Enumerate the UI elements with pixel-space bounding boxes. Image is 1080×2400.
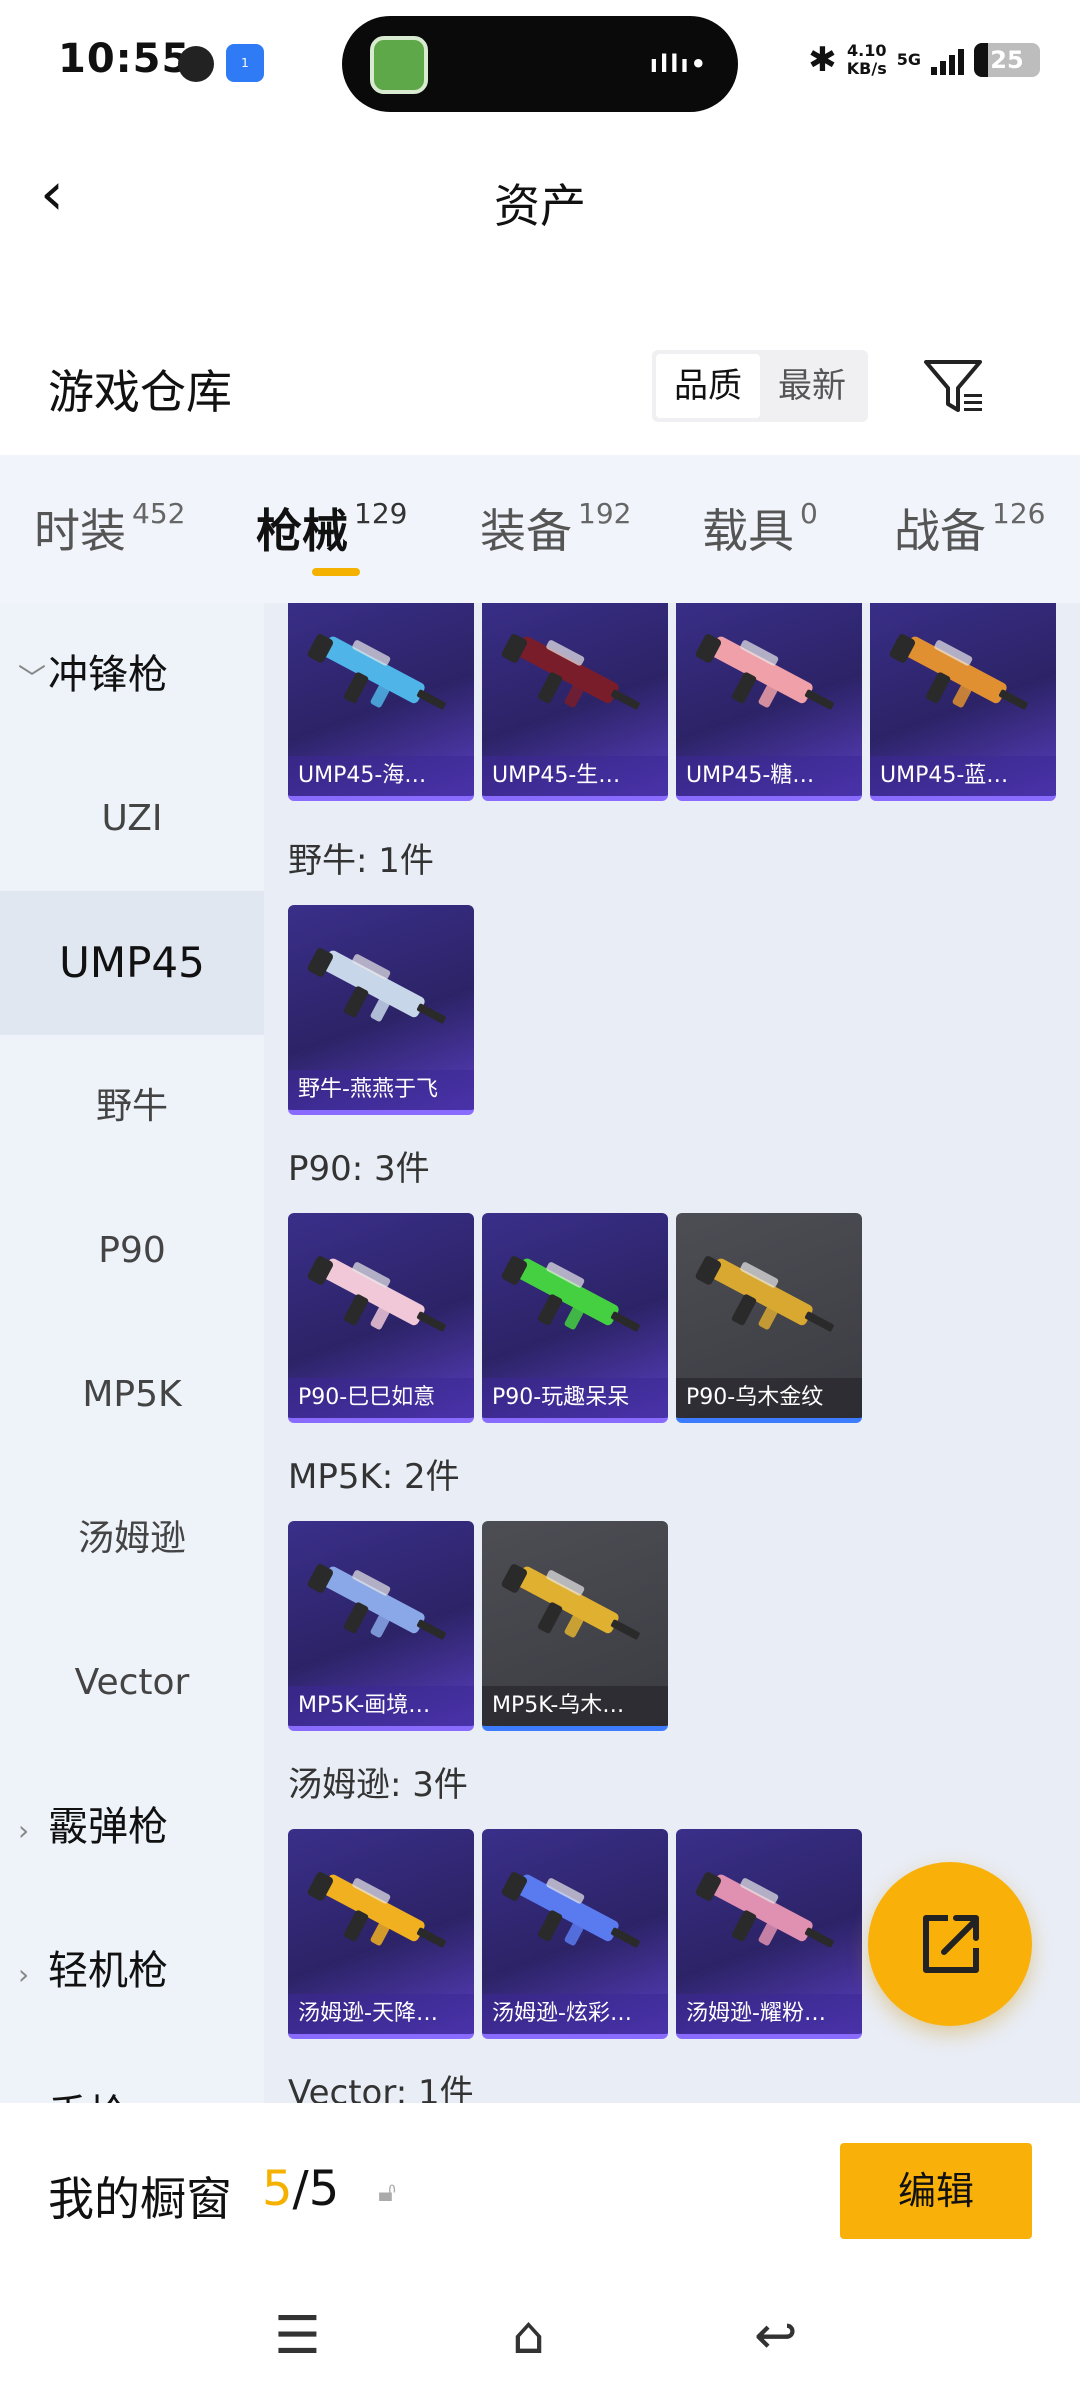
skin-name: P90-乌木金纹: [676, 1378, 862, 1418]
sidebar-group-pistol[interactable]: ›手枪: [18, 2043, 264, 2103]
active-tab-indicator: [312, 568, 360, 576]
category-tabs: 时装 452 枪械 129 装备 192 载具 0 战备 126: [0, 455, 1080, 603]
tab-guns[interactable]: 枪械 129: [256, 495, 407, 561]
filter-icon[interactable]: [918, 350, 990, 422]
sidebar-item-vector[interactable]: Vector: [0, 1611, 264, 1755]
share-icon: [923, 1915, 979, 1973]
status-bar: 10:55 1 ıllı• ✱ 4.10 KB/s 5G 25: [0, 0, 1080, 120]
tab-supplies[interactable]: 战备 126: [894, 495, 1045, 561]
skin-card[interactable]: P90-巳巳如意: [288, 1213, 474, 1423]
skin-card[interactable]: 汤姆逊-耀粉…: [676, 1829, 862, 2039]
gun-icon: [501, 1256, 640, 1332]
sidebar-group-shotgun[interactable]: › 霰弹枪: [18, 1755, 264, 1899]
gun-icon: [501, 1564, 640, 1640]
section-heading: P90: 3件: [288, 1149, 430, 1189]
bluetooth-icon: ✱: [808, 40, 837, 80]
chevron-down-icon: ﹀: [18, 662, 47, 695]
section-heading: MP5K: 2件: [288, 1457, 460, 1497]
sidebar-group-lmg[interactable]: › 轻机枪: [18, 1899, 264, 2043]
system-nav: ☰ ⌂ ↩: [0, 2270, 1080, 2400]
gun-icon: [307, 1256, 446, 1332]
sidebar-item-uzi[interactable]: UZI: [0, 747, 264, 891]
app-notification-icon: [178, 46, 214, 82]
gun-icon: [695, 1256, 834, 1332]
page-title: 资产: [494, 179, 586, 233]
battery-icon: 25: [974, 43, 1040, 77]
status-right: ✱ 4.10 KB/s 5G 25: [808, 40, 1040, 80]
tab-equipment[interactable]: 装备 192: [480, 495, 631, 561]
section-heading: Vector: 1件: [288, 2073, 474, 2103]
skin-name: UMP45-糖…: [676, 756, 862, 796]
skin-name: 汤姆逊-天降…: [288, 1994, 474, 2034]
status-time: 10:55: [58, 36, 191, 82]
dynamic-island[interactable]: ıllı•: [342, 16, 738, 112]
net-speed: 4.10 KB/s: [846, 41, 887, 78]
top-nav: ‹ 资产: [0, 120, 1080, 270]
edit-button[interactable]: 编辑: [840, 2143, 1032, 2239]
audio-wave-icon: ıllı•: [649, 50, 708, 78]
chevron-right-icon: ›: [18, 1814, 30, 1847]
skin-name: 汤姆逊-炫彩…: [482, 1994, 668, 2034]
showcase-count: 5/5: [262, 2161, 340, 2217]
island-app-icon: [370, 36, 428, 94]
sidebar-item-bizon[interactable]: 野牛: [0, 1035, 264, 1179]
skin-card[interactable]: MP5K-乌木…: [482, 1521, 668, 1731]
network-type: 5G: [896, 50, 921, 69]
sidebar-item-thompson[interactable]: 汤姆逊: [0, 1467, 264, 1611]
skin-name: MP5K-画境…: [288, 1686, 474, 1726]
skin-card[interactable]: MP5K-画境…: [288, 1521, 474, 1731]
sort-toggle: 品质 最新: [652, 350, 868, 422]
section-heading: 汤姆逊: 3件: [288, 1765, 468, 1805]
skin-name: UMP45-海…: [288, 756, 474, 796]
gun-icon: [307, 634, 446, 710]
gun-icon: [307, 1564, 446, 1640]
chevron-right-icon: ›: [18, 1958, 30, 1991]
gun-icon: [307, 1872, 446, 1948]
gun-icon: [695, 1872, 834, 1948]
skin-name: UMP45-生…: [482, 756, 668, 796]
menu-icon[interactable]: ☰: [274, 2306, 321, 2366]
section-heading: 野牛: 1件: [288, 841, 434, 881]
skin-name: 野牛-燕燕于飞: [288, 1070, 474, 1110]
signal-icon: [931, 45, 964, 75]
showcase-label: 我的橱窗: [48, 2172, 232, 2226]
gun-icon: [889, 634, 1028, 710]
gun-icon: [695, 634, 834, 710]
skin-name: 汤姆逊-耀粉…: [676, 1994, 862, 2034]
gun-icon: [501, 634, 640, 710]
skin-card[interactable]: P90-玩趣呆呆: [482, 1213, 668, 1423]
gun-icon: [307, 948, 446, 1024]
chevron-right-icon: ›: [18, 2047, 48, 2103]
skin-card[interactable]: 野牛-燕燕于飞: [288, 905, 474, 1115]
tab-vehicles[interactable]: 载具 0: [702, 495, 818, 561]
skin-card[interactable]: UMP45-海…: [288, 603, 474, 801]
skin-card[interactable]: UMP45-糖…: [676, 603, 862, 801]
back-nav-icon[interactable]: ↩: [754, 2306, 798, 2366]
sort-newest-button[interactable]: 最新: [760, 354, 864, 418]
sort-quality-button[interactable]: 品质: [656, 354, 760, 418]
sidebar-item-p90[interactable]: P90: [0, 1179, 264, 1323]
sidebar-item-ump45[interactable]: UMP45: [0, 891, 264, 1035]
skin-card[interactable]: 汤姆逊-天降…: [288, 1829, 474, 2039]
lock-icon: 🔓︎: [378, 2175, 397, 2208]
sidebar-item-mp5k[interactable]: MP5K: [0, 1323, 264, 1467]
skin-card[interactable]: UMP45-生…: [482, 603, 668, 801]
tab-fashion[interactable]: 时装 452: [34, 495, 185, 561]
notif-badge-icon: 1: [226, 44, 264, 82]
weapon-sidebar: ﹀冲锋枪 UZI UMP45 野牛 P90 MP5K 汤姆逊 Vector › 霰…: [0, 603, 264, 2103]
skin-name: MP5K-乌木…: [482, 1686, 668, 1726]
skin-card[interactable]: UMP45-蓝…: [870, 603, 1056, 801]
warehouse-title: 游戏仓库: [48, 365, 232, 419]
skin-name: P90-玩趣呆呆: [482, 1378, 668, 1418]
share-button[interactable]: [868, 1862, 1032, 2026]
sidebar-group-smg[interactable]: ﹀冲锋枪: [18, 603, 264, 747]
skin-card[interactable]: P90-乌木金纹: [676, 1213, 862, 1423]
skin-name: UMP45-蓝…: [870, 756, 1056, 796]
skin-name: P90-巳巳如意: [288, 1378, 474, 1418]
skin-card[interactable]: 汤姆逊-炫彩…: [482, 1829, 668, 2039]
home-icon[interactable]: ⌂: [512, 2306, 545, 2366]
gun-icon: [501, 1872, 640, 1948]
